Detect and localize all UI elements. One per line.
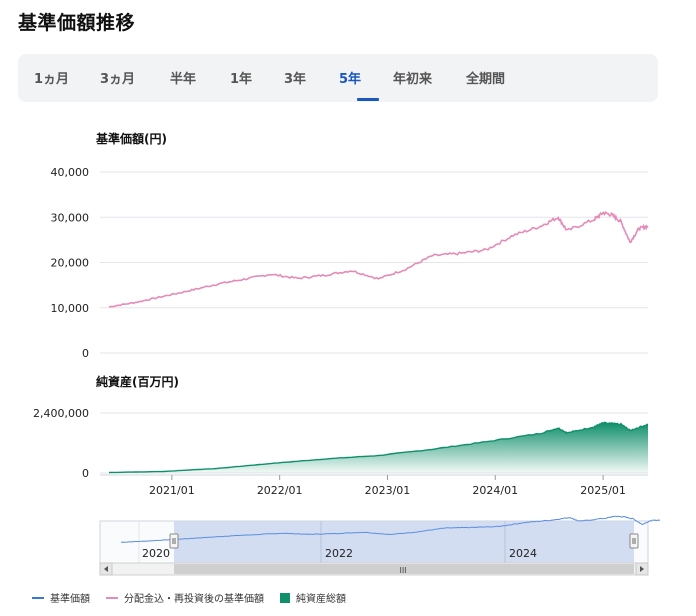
- x-tick-label: 2023/01: [365, 484, 411, 497]
- legend-item-reinvested-nav[interactable]: 分配金込・再投資後の基準価額: [106, 590, 264, 605]
- scroll-grip-icon: III: [399, 566, 406, 575]
- legend-label: 基準価額: [50, 594, 90, 605]
- nav-y-tick-label: 20,000: [51, 257, 90, 270]
- net-assets-chart-title: 純資産(百万円): [96, 374, 179, 389]
- navigator-right-handle[interactable]: [629, 533, 639, 549]
- nav-y-tick-label: 0: [82, 347, 89, 360]
- nav-y-tick-label: 30,000: [51, 211, 90, 224]
- navigator-left-handle[interactable]: [169, 533, 179, 549]
- nav-y-axis: 0 10,000 20,000 30,000 40,000: [51, 166, 90, 360]
- legend-line-icon: [32, 596, 44, 599]
- nav-y-tick-label: 40,000: [51, 166, 90, 179]
- x-tick-label: 2024/01: [472, 484, 518, 497]
- navigator-label-2024: 2024: [509, 547, 537, 560]
- nav-chart-title: 基準価額(円): [95, 131, 167, 146]
- x-tick-label: 2022/01: [257, 484, 303, 497]
- x-tick-label: 2025/01: [580, 484, 626, 497]
- net-assets-area: [109, 422, 648, 473]
- net-assets-y-axis: 0 2,400,000: [33, 407, 89, 480]
- legend-label: 純資産総額: [296, 594, 346, 605]
- nav-gridlines: [100, 171, 648, 354]
- legend-line-icon: [106, 596, 118, 599]
- chart-legend: 基準価額 分配金込・再投資後の基準価額 純資産総額: [32, 590, 362, 605]
- nav-y-tick-label: 10,000: [51, 302, 90, 315]
- navigator-scrollbar[interactable]: III: [99, 562, 649, 576]
- legend-box-icon: [280, 592, 290, 603]
- legend-item-nav[interactable]: 基準価額: [32, 590, 90, 605]
- net-assets-y-tick-label: 2,400,000: [33, 407, 89, 420]
- time-x-axis: 2021/01 2022/01 2023/01 2024/01 2025/01: [100, 474, 648, 497]
- chart-area: 基準価額(円) 0 10,000 20,000 30,000 40,000 純資産(百万…: [33, 131, 661, 576]
- range-navigator[interactable]: 2020 2022 2024: [99, 515, 661, 564]
- navigator-label-2020: 2020: [142, 547, 170, 560]
- nav-series-line: [108, 210, 649, 308]
- x-tick-label: 2021/01: [149, 484, 195, 497]
- legend-label: 分配金込・再投資後の基準価額: [124, 594, 264, 605]
- navigator-label-2022: 2022: [325, 547, 353, 560]
- net-assets-y-tick-label: 0: [82, 467, 89, 480]
- navigator-selected-window[interactable]: [174, 521, 634, 563]
- legend-item-net-assets[interactable]: 純資産総額: [280, 590, 346, 605]
